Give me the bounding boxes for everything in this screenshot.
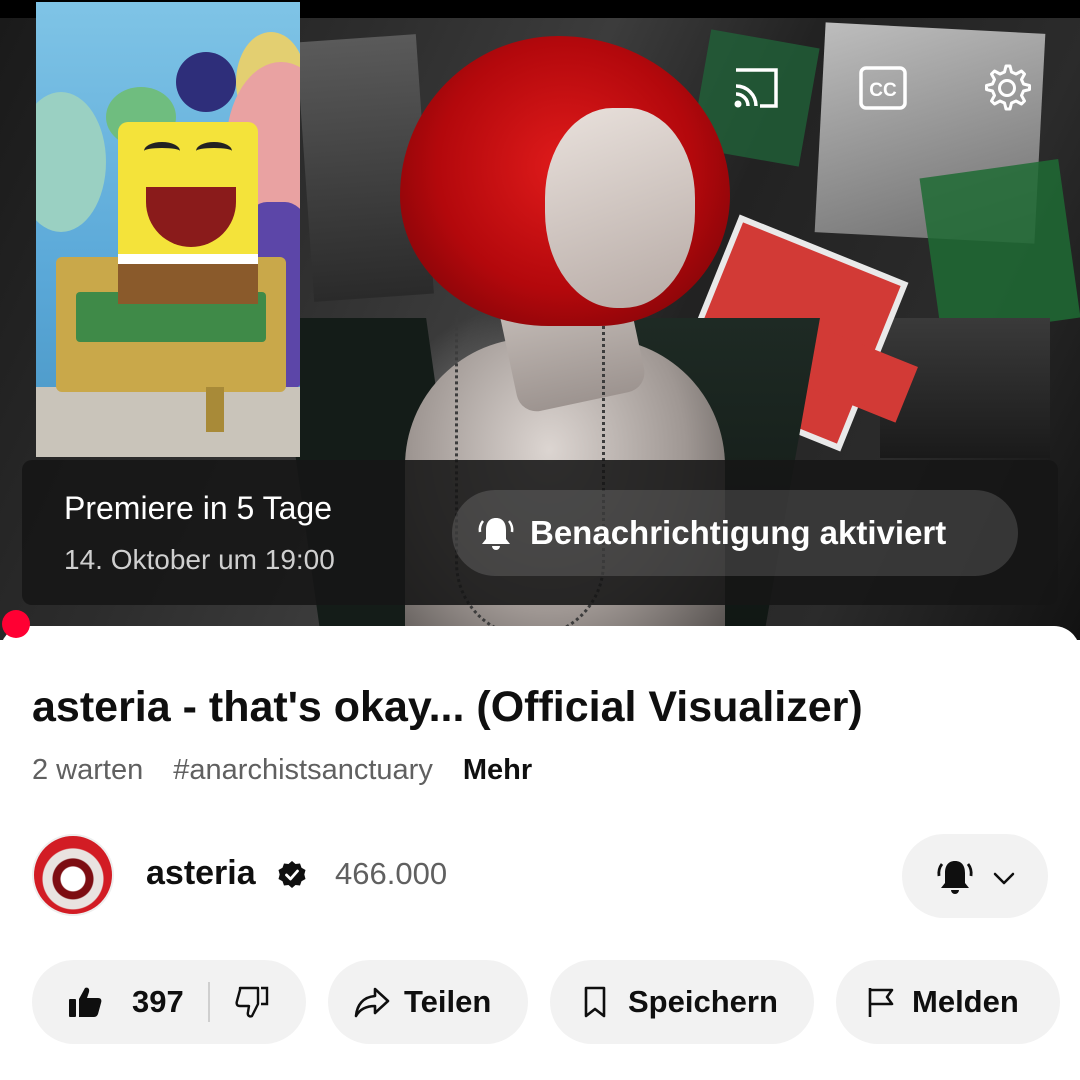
cartoon-character: [36, 92, 106, 232]
thumbs-down-icon[interactable]: [234, 984, 270, 1020]
chevron-down-icon: [993, 872, 1015, 885]
cartoon-table-leg: [206, 387, 224, 432]
notification-button[interactable]: Benachrichtigung aktiviert: [452, 490, 1018, 576]
cartoon-character: [176, 52, 236, 112]
action-bar: 397 Teilen Speichern Melden: [32, 960, 1062, 1044]
channel-name[interactable]: asteria: [146, 854, 256, 893]
save-label: Speichern: [628, 984, 778, 1019]
divider: [207, 982, 210, 1022]
share-button[interactable]: Teilen: [328, 960, 528, 1044]
waiting-count: 2 warten: [32, 754, 144, 786]
wall-poster: [919, 159, 1080, 337]
cartoon-eye: [144, 142, 180, 160]
person-face: [545, 108, 695, 308]
hashtag-link[interactable]: #anarchistsanctuary: [173, 754, 433, 786]
gear-icon[interactable]: [980, 62, 1032, 114]
video-player[interactable]: CC Premiere in 5 Tage 14. Oktober um 19:…: [0, 0, 1080, 640]
premiere-banner: Premiere in 5 Tage 14. Oktober um 19:00 …: [22, 460, 1058, 605]
flag-icon: [868, 988, 894, 1017]
subscriber-count: 466.000: [335, 856, 448, 891]
channel-row[interactable]: asteria 466.000: [32, 834, 1048, 918]
more-link[interactable]: Mehr: [463, 754, 532, 786]
notification-label: Benachrichtigung aktiviert: [530, 514, 947, 551]
progress-scrubber[interactable]: [2, 610, 30, 638]
premiere-date: 14. Oktober um 19:00: [64, 544, 335, 575]
cartoon-floor: [36, 387, 300, 457]
cast-icon[interactable]: [730, 62, 782, 114]
save-button[interactable]: Speichern: [550, 960, 814, 1044]
report-label: Melden: [912, 984, 1019, 1019]
closed-captions-icon[interactable]: CC: [857, 62, 909, 114]
bookmark-icon: [584, 986, 606, 1018]
like-count: 397: [132, 984, 184, 1019]
video-info-panel: asteria - that's okay... (Official Visua…: [0, 626, 1080, 1080]
cartoon-pants: [118, 264, 258, 304]
picture-in-picture-thumbnail[interactable]: [36, 2, 300, 457]
video-title[interactable]: asteria - that's okay... (Official Visua…: [32, 682, 1052, 732]
cartoon-eye: [196, 142, 232, 160]
avatar[interactable]: [32, 834, 114, 916]
thumbs-up-icon[interactable]: [66, 983, 104, 1021]
like-dislike-button[interactable]: 397: [32, 960, 306, 1044]
bell-ringing-icon: [937, 861, 973, 894]
report-button[interactable]: Melden: [836, 960, 1060, 1044]
svg-text:CC: CC: [869, 80, 897, 101]
bell-ringing-icon: [478, 518, 514, 550]
share-label: Teilen: [404, 984, 492, 1019]
video-meta[interactable]: 2 warten #anarchistsanctuary Mehr: [32, 754, 554, 787]
share-arrow-icon: [354, 987, 390, 1018]
subscription-bell-button[interactable]: [902, 834, 1048, 918]
verified-icon: [278, 861, 306, 888]
premiere-title: Premiere in 5 Tage: [64, 490, 332, 526]
